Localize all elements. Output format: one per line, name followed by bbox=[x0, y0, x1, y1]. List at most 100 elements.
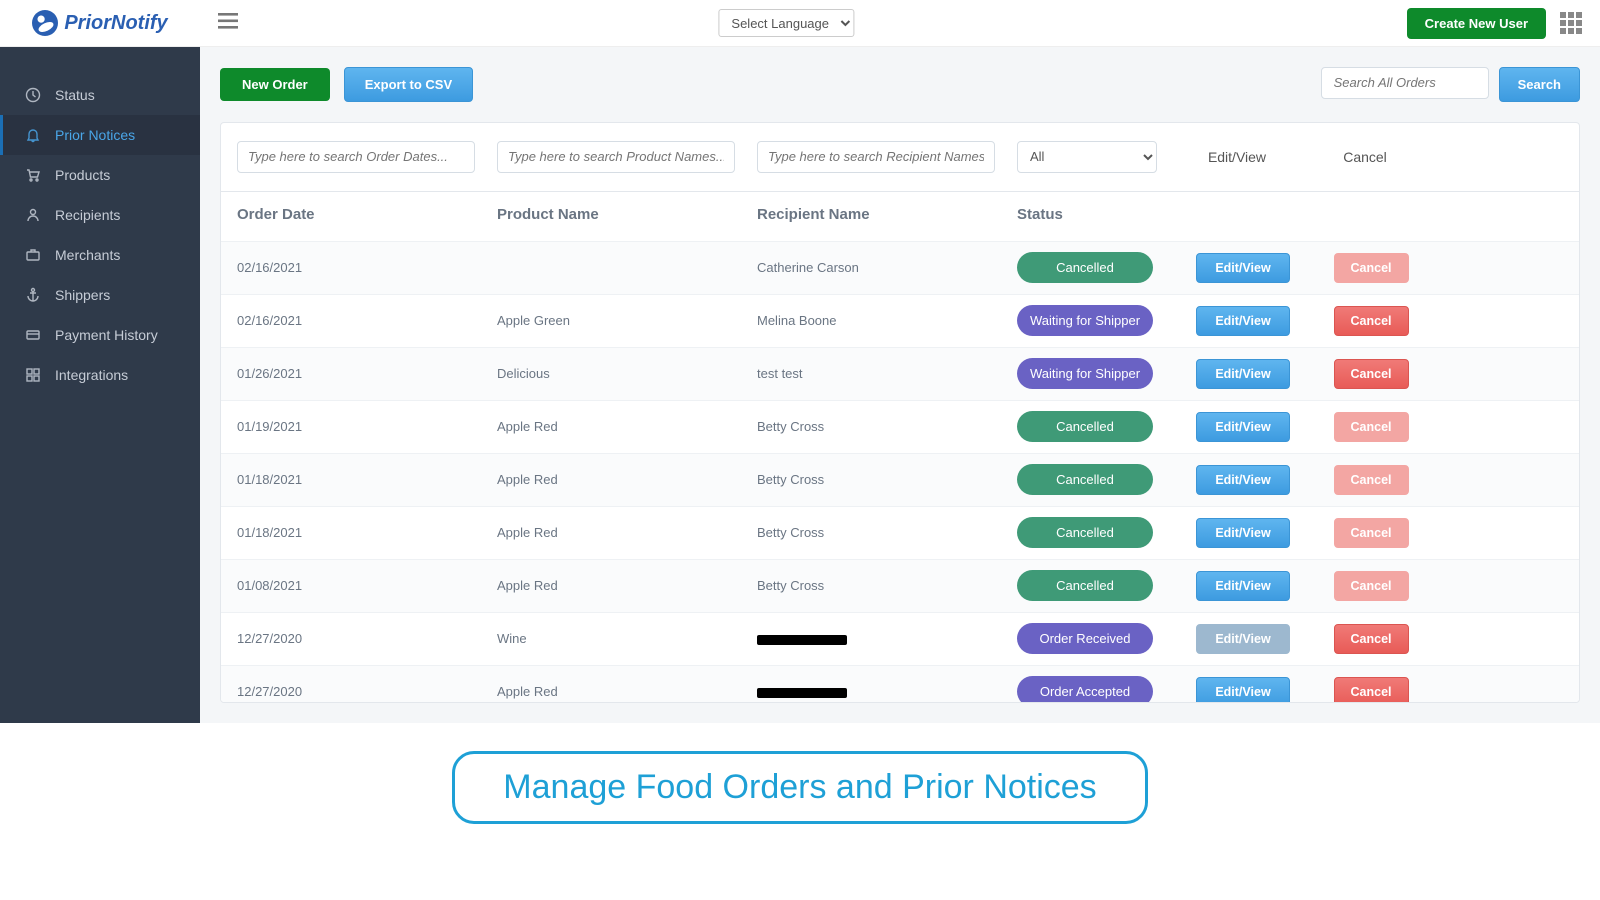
logo[interactable]: PriorNotify bbox=[0, 10, 200, 36]
caption-area: Manage Food Orders and Prior Notices bbox=[0, 723, 1600, 900]
cell-recipient-name: test test bbox=[757, 366, 1017, 381]
language-dropdown[interactable]: Select Language bbox=[718, 9, 854, 37]
sidebar-item-shippers[interactable]: Shippers bbox=[0, 275, 200, 315]
table-row: 01/18/2021Apple RedBetty CrossCancelledE… bbox=[221, 506, 1579, 559]
cell-product-name: Wine bbox=[497, 631, 757, 646]
cell-product-name: Delicious bbox=[497, 366, 757, 381]
sidebar-item-payment-history[interactable]: Payment History bbox=[0, 315, 200, 355]
cell-status: Order Accepted bbox=[1017, 676, 1175, 703]
redacted-text bbox=[757, 688, 847, 698]
table-row: 01/26/2021Delicioustest testWaiting for … bbox=[221, 347, 1579, 400]
cell-recipient-name: Catherine Carson bbox=[757, 260, 1017, 275]
cell-status: Order Received bbox=[1017, 623, 1175, 654]
create-new-user-button[interactable]: Create New User bbox=[1407, 8, 1546, 39]
cell-order-date: 01/26/2021 bbox=[237, 366, 497, 381]
new-order-button[interactable]: New Order bbox=[220, 68, 330, 101]
sidebar-item-label: Payment History bbox=[55, 327, 158, 343]
cell-order-date: 12/27/2020 bbox=[237, 631, 497, 646]
sidebar-item-label: Shippers bbox=[55, 287, 110, 303]
sidebar-item-label: Integrations bbox=[55, 367, 128, 383]
export-csv-button[interactable]: Export to CSV bbox=[344, 67, 473, 102]
status-badge: Waiting for Shipper bbox=[1017, 305, 1153, 336]
anchor-icon bbox=[25, 287, 41, 303]
th-recipient-name: Recipient Name bbox=[757, 206, 1017, 223]
redacted-text bbox=[757, 635, 847, 645]
language-select[interactable]: Select Language bbox=[718, 9, 854, 37]
cell-order-date: 01/18/2021 bbox=[237, 525, 497, 540]
table-row: 02/16/2021Apple GreenMelina BooneWaiting… bbox=[221, 294, 1579, 347]
sidebar-item-products[interactable]: Products bbox=[0, 155, 200, 195]
status-badge: Order Received bbox=[1017, 623, 1153, 654]
apps-grid-icon[interactable] bbox=[1560, 12, 1582, 34]
sidebar-item-label: Recipients bbox=[55, 207, 120, 223]
edit-view-button[interactable]: Edit/View bbox=[1196, 253, 1290, 283]
sidebar-item-label: Merchants bbox=[55, 247, 120, 263]
sidebar-item-label: Products bbox=[55, 167, 110, 183]
edit-view-button[interactable]: Edit/View bbox=[1196, 677, 1290, 703]
cell-recipient-name: Melina Boone bbox=[757, 313, 1017, 328]
column-cancel: Cancel bbox=[1305, 149, 1425, 165]
edit-view-button[interactable]: Edit/View bbox=[1196, 359, 1290, 389]
edit-view-button[interactable]: Edit/View bbox=[1196, 518, 1290, 548]
main-content: New Order Export to CSV Search All Edit/… bbox=[200, 47, 1600, 723]
edit-view-button[interactable]: Edit/View bbox=[1196, 571, 1290, 601]
column-edit-view: Edit/View bbox=[1169, 149, 1305, 165]
table-row: 12/27/2020Wine Order Received Edit/View Can… bbox=[221, 612, 1579, 665]
search-all-orders-input[interactable] bbox=[1321, 67, 1489, 99]
edit-view-button[interactable]: Edit/View bbox=[1196, 306, 1290, 336]
clock-icon bbox=[25, 87, 41, 103]
cell-status: Cancelled bbox=[1017, 464, 1175, 495]
status-badge: Cancelled bbox=[1017, 517, 1153, 548]
cell-product-name: Apple Red bbox=[497, 684, 757, 699]
cell-product-name: Apple Red bbox=[497, 525, 757, 540]
cell-recipient-name bbox=[757, 684, 1017, 699]
hamburger-icon[interactable] bbox=[218, 13, 238, 34]
search-button[interactable]: Search bbox=[1499, 67, 1580, 102]
status-badge: Cancelled bbox=[1017, 411, 1153, 442]
bell-icon bbox=[25, 127, 41, 143]
grid-icon bbox=[25, 367, 41, 383]
cancel-button[interactable]: Cancel bbox=[1334, 571, 1409, 601]
cell-status: Cancelled bbox=[1017, 252, 1175, 283]
sidebar-item-prior-notices[interactable]: Prior Notices bbox=[0, 115, 200, 155]
status-badge: Cancelled bbox=[1017, 252, 1153, 283]
table-row: 02/16/2021Catherine CarsonCancelledEdit/… bbox=[221, 241, 1579, 294]
topbar: PriorNotify Select Language Create New U… bbox=[0, 0, 1600, 47]
table-row: 01/18/2021Apple RedBetty CrossCancelledE… bbox=[221, 453, 1579, 506]
th-status: Status bbox=[1017, 206, 1175, 223]
cancel-button[interactable]: Cancel bbox=[1334, 306, 1409, 336]
cancel-button[interactable]: Cancel bbox=[1334, 253, 1409, 283]
orders-table: All Edit/View Cancel Order Date Product … bbox=[220, 122, 1580, 703]
sidebar-item-recipients[interactable]: Recipients bbox=[0, 195, 200, 235]
cell-order-date: 12/27/2020 bbox=[237, 684, 497, 699]
edit-view-button[interactable]: Edit/View bbox=[1196, 465, 1290, 495]
cell-recipient-name: Betty Cross bbox=[757, 578, 1017, 593]
filter-product-name-input[interactable] bbox=[497, 141, 735, 173]
cancel-button[interactable]: Cancel bbox=[1334, 412, 1409, 442]
sidebar-item-status[interactable]: Status bbox=[0, 75, 200, 115]
edit-view-button[interactable]: Edit/View bbox=[1196, 412, 1290, 442]
cell-order-date: 02/16/2021 bbox=[237, 313, 497, 328]
cancel-button[interactable]: Cancel bbox=[1334, 677, 1409, 703]
cart-icon bbox=[25, 167, 41, 183]
cancel-button[interactable]: Cancel bbox=[1334, 624, 1409, 654]
cell-order-date: 01/18/2021 bbox=[237, 472, 497, 487]
status-badge: Order Accepted bbox=[1017, 676, 1153, 703]
filter-order-date-input[interactable] bbox=[237, 141, 475, 173]
table-row: 01/19/2021Apple RedBetty CrossCancelledE… bbox=[221, 400, 1579, 453]
cancel-button[interactable]: Cancel bbox=[1334, 359, 1409, 389]
cancel-button[interactable]: Cancel bbox=[1334, 518, 1409, 548]
status-badge: Cancelled bbox=[1017, 464, 1153, 495]
cell-recipient-name: Betty Cross bbox=[757, 419, 1017, 434]
filter-status-select[interactable]: All bbox=[1017, 141, 1157, 173]
sidebar-item-merchants[interactable]: Merchants bbox=[0, 235, 200, 275]
caption-callout: Manage Food Orders and Prior Notices bbox=[452, 751, 1147, 824]
cancel-button[interactable]: Cancel bbox=[1334, 465, 1409, 495]
edit-view-button[interactable]: Edit/View bbox=[1196, 624, 1290, 654]
cell-order-date: 01/08/2021 bbox=[237, 578, 497, 593]
cell-order-date: 01/19/2021 bbox=[237, 419, 497, 434]
cell-product-name: Apple Red bbox=[497, 578, 757, 593]
table-header: Order Date Product Name Recipient Name S… bbox=[221, 192, 1579, 241]
filter-recipient-name-input[interactable] bbox=[757, 141, 995, 173]
sidebar-item-integrations[interactable]: Integrations bbox=[0, 355, 200, 395]
